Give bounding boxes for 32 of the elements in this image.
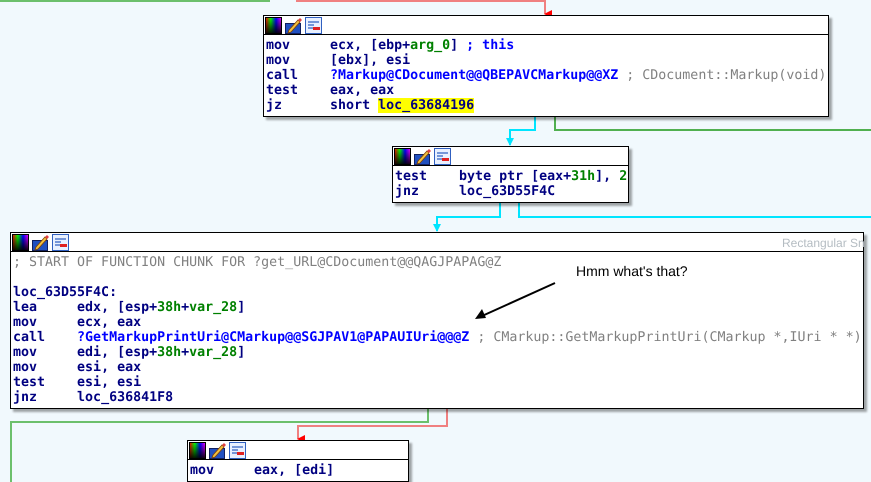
code-line: mov eax, [edi] <box>190 463 336 478</box>
code-line: mov edi, [esp+38h+var_28] <box>13 345 246 360</box>
code-line: test esi, esi <box>13 375 142 390</box>
graph-icon[interactable] <box>434 148 451 164</box>
pencil-icon[interactable] <box>285 16 302 34</box>
code-line: jnz loc_63D55F4C <box>395 184 556 199</box>
code-line: call ?Markup@CDocument@@QBEPAVCMarkup@@XZ ; CDocument::Markup(void) <box>266 68 826 83</box>
palette-icon[interactable] <box>189 442 206 458</box>
code-line: mov ecx, [ebp+arg_0] ; this <box>266 38 516 53</box>
comment-line: ; START OF FUNCTION CHUNK FOR ?get_URL@CDocument@@QAGJPAPAG@Z <box>13 255 502 270</box>
pencil-icon[interactable] <box>32 234 49 250</box>
pencil-icon[interactable] <box>414 148 431 164</box>
pencil-icon[interactable] <box>209 442 226 458</box>
annotation-text: Hmm what's that? <box>576 262 688 281</box>
code-line: test eax, eax <box>266 83 396 98</box>
graph-icon[interactable] <box>305 16 322 34</box>
code-line: mov ecx, eax <box>13 315 142 330</box>
palette-icon[interactable] <box>394 148 411 164</box>
code-line: test byte ptr [eax+31h], 2 <box>395 169 626 184</box>
code-line: jnz loc_636841F8 <box>13 390 174 405</box>
graph-icon[interactable] <box>229 442 246 458</box>
palette-icon[interactable] <box>12 234 29 250</box>
branch-edge <box>506 117 536 146</box>
code-line: mov [ebx], esi <box>266 53 412 68</box>
code-line: lea edx, [esp+38h+var_28] <box>13 300 246 315</box>
label-line: loc_63D55F4C: <box>13 285 118 300</box>
code-line: call ?GetMarkupPrintUri@CMarkup@@SGJPAV1@PAPAUIUri@@@Z ; CMarkup::GetMarkupPrintUri(CMarkup *,IUri * *) <box>13 330 861 345</box>
palette-icon[interactable] <box>265 16 282 34</box>
code-line: mov esi, eax <box>13 360 142 375</box>
graph-icon[interactable] <box>52 234 69 250</box>
code-line: jz short loc_63684196 <box>266 98 476 113</box>
branch-edge <box>433 202 501 232</box>
